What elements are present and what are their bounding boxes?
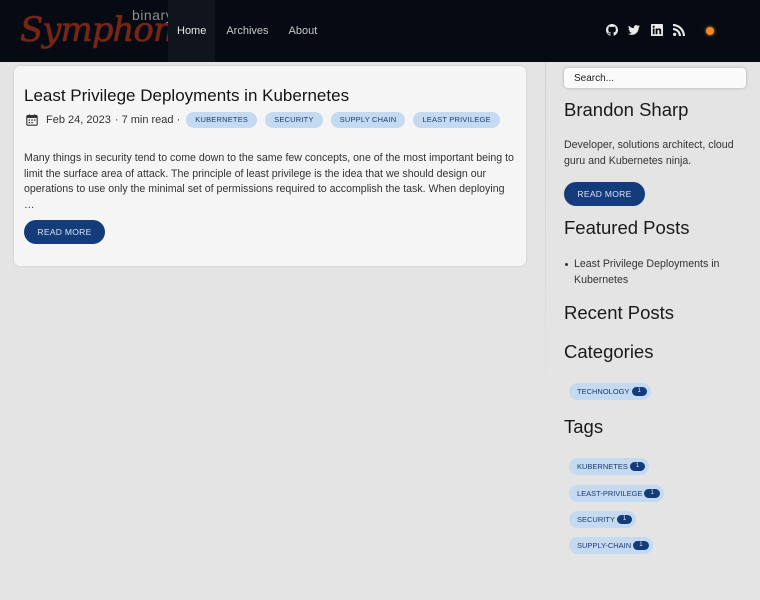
category-name: Technology bbox=[577, 387, 630, 396]
tag-chip[interactable]: Least-Privilege 1 bbox=[569, 485, 664, 502]
post-tag[interactable]: Least Privilege bbox=[413, 112, 500, 128]
post-card: Least Privilege Deployments in Kubernete… bbox=[14, 66, 526, 266]
tag-name: Kubernetes bbox=[577, 462, 628, 471]
tag-chip[interactable]: Kubernetes 1 bbox=[569, 458, 650, 475]
post-tag[interactable]: Kubernetes bbox=[186, 112, 258, 128]
tag-count: 1 bbox=[633, 541, 649, 550]
tag-count: 1 bbox=[629, 462, 646, 471]
tag-count: 1 bbox=[644, 489, 660, 498]
search-input[interactable] bbox=[564, 68, 746, 88]
rss-icon[interactable] bbox=[673, 24, 685, 38]
nav-about[interactable]: About bbox=[280, 0, 327, 62]
read-more-button[interactable]: Read More bbox=[24, 220, 105, 244]
post-date: Feb 24, 2023 bbox=[46, 114, 111, 126]
post-tag[interactable]: Supply Chain bbox=[330, 112, 406, 128]
logo-wordmark: Symphony bbox=[20, 10, 193, 50]
twitter-icon[interactable] bbox=[628, 24, 640, 38]
featured-heading: Featured Posts bbox=[564, 217, 690, 238]
about-read-more-button[interactable]: Read More bbox=[564, 182, 645, 206]
tag-chip[interactable]: Security 1 bbox=[569, 511, 637, 528]
featured-item[interactable]: Least Privilege Deployments in Kubernete… bbox=[564, 257, 744, 288]
site-header: binary Symphony Home Archives About bbox=[0, 0, 760, 62]
tag-name: Supply-Chain bbox=[577, 541, 632, 550]
tag-name: Security bbox=[577, 515, 615, 524]
author-bio: Developer, solutions architect, cloud gu… bbox=[564, 139, 734, 167]
tag-count: 1 bbox=[616, 515, 633, 524]
featured-list: Least Privilege Deployments in Kubernete… bbox=[564, 257, 744, 288]
post-read-time: · 7 min read · bbox=[114, 114, 181, 126]
tag-name: Least-Privilege bbox=[577, 489, 643, 498]
recent-heading: Recent Posts bbox=[564, 302, 675, 323]
post-meta: Feb 24, 2023 · 7 min read · Kubernetes S… bbox=[26, 111, 508, 129]
calendar-icon bbox=[26, 114, 38, 126]
tags-heading: Tags bbox=[564, 416, 604, 437]
author-name: Brandon Sharp bbox=[564, 99, 689, 120]
post-excerpt: Many things in security tend to come dow… bbox=[24, 152, 514, 211]
nav-home[interactable]: Home bbox=[168, 0, 216, 62]
theme-toggle[interactable] bbox=[706, 27, 714, 35]
site-logo[interactable]: binary Symphony bbox=[18, 4, 193, 58]
sidebar-divider bbox=[545, 62, 546, 422]
linkedin-icon[interactable] bbox=[651, 24, 663, 38]
main-nav: Home Archives About bbox=[168, 0, 328, 62]
nav-archives[interactable]: Archives bbox=[217, 0, 277, 62]
tag-chip[interactable]: Supply-Chain 1 bbox=[569, 537, 653, 554]
categories-heading: Categories bbox=[564, 341, 654, 362]
category-count: 1 bbox=[631, 387, 647, 396]
post-tag[interactable]: Security bbox=[265, 112, 323, 128]
post-title[interactable]: Least Privilege Deployments in Kubernete… bbox=[24, 86, 349, 106]
category-chip[interactable]: Technology 1 bbox=[569, 383, 651, 400]
github-icon[interactable] bbox=[606, 24, 618, 38]
